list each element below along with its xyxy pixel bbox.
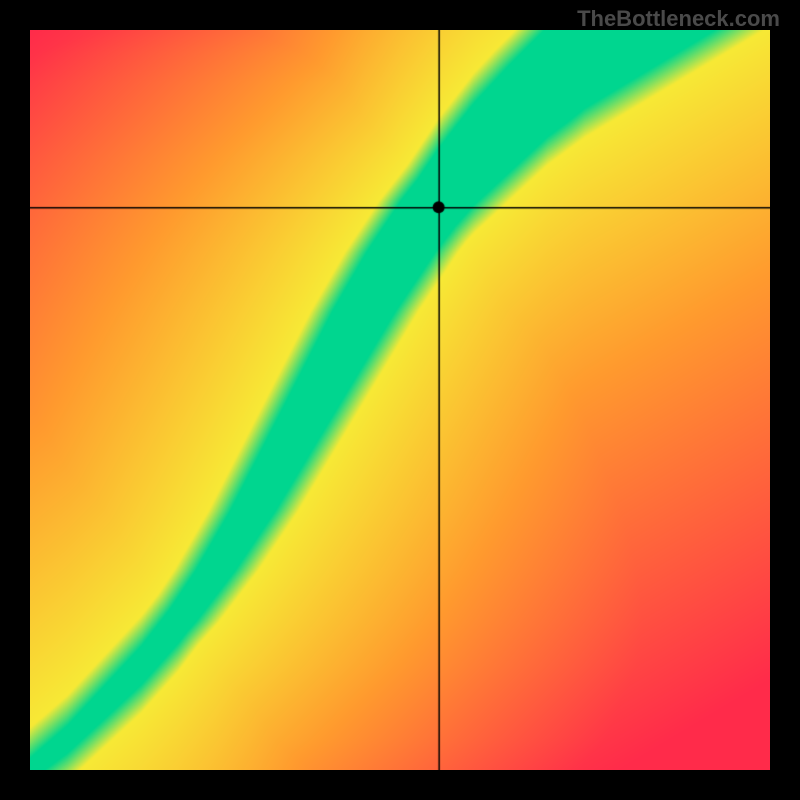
watermark-text: TheBottleneck.com bbox=[577, 6, 780, 32]
heatmap-canvas bbox=[30, 30, 770, 770]
heatmap-plot bbox=[30, 30, 770, 770]
